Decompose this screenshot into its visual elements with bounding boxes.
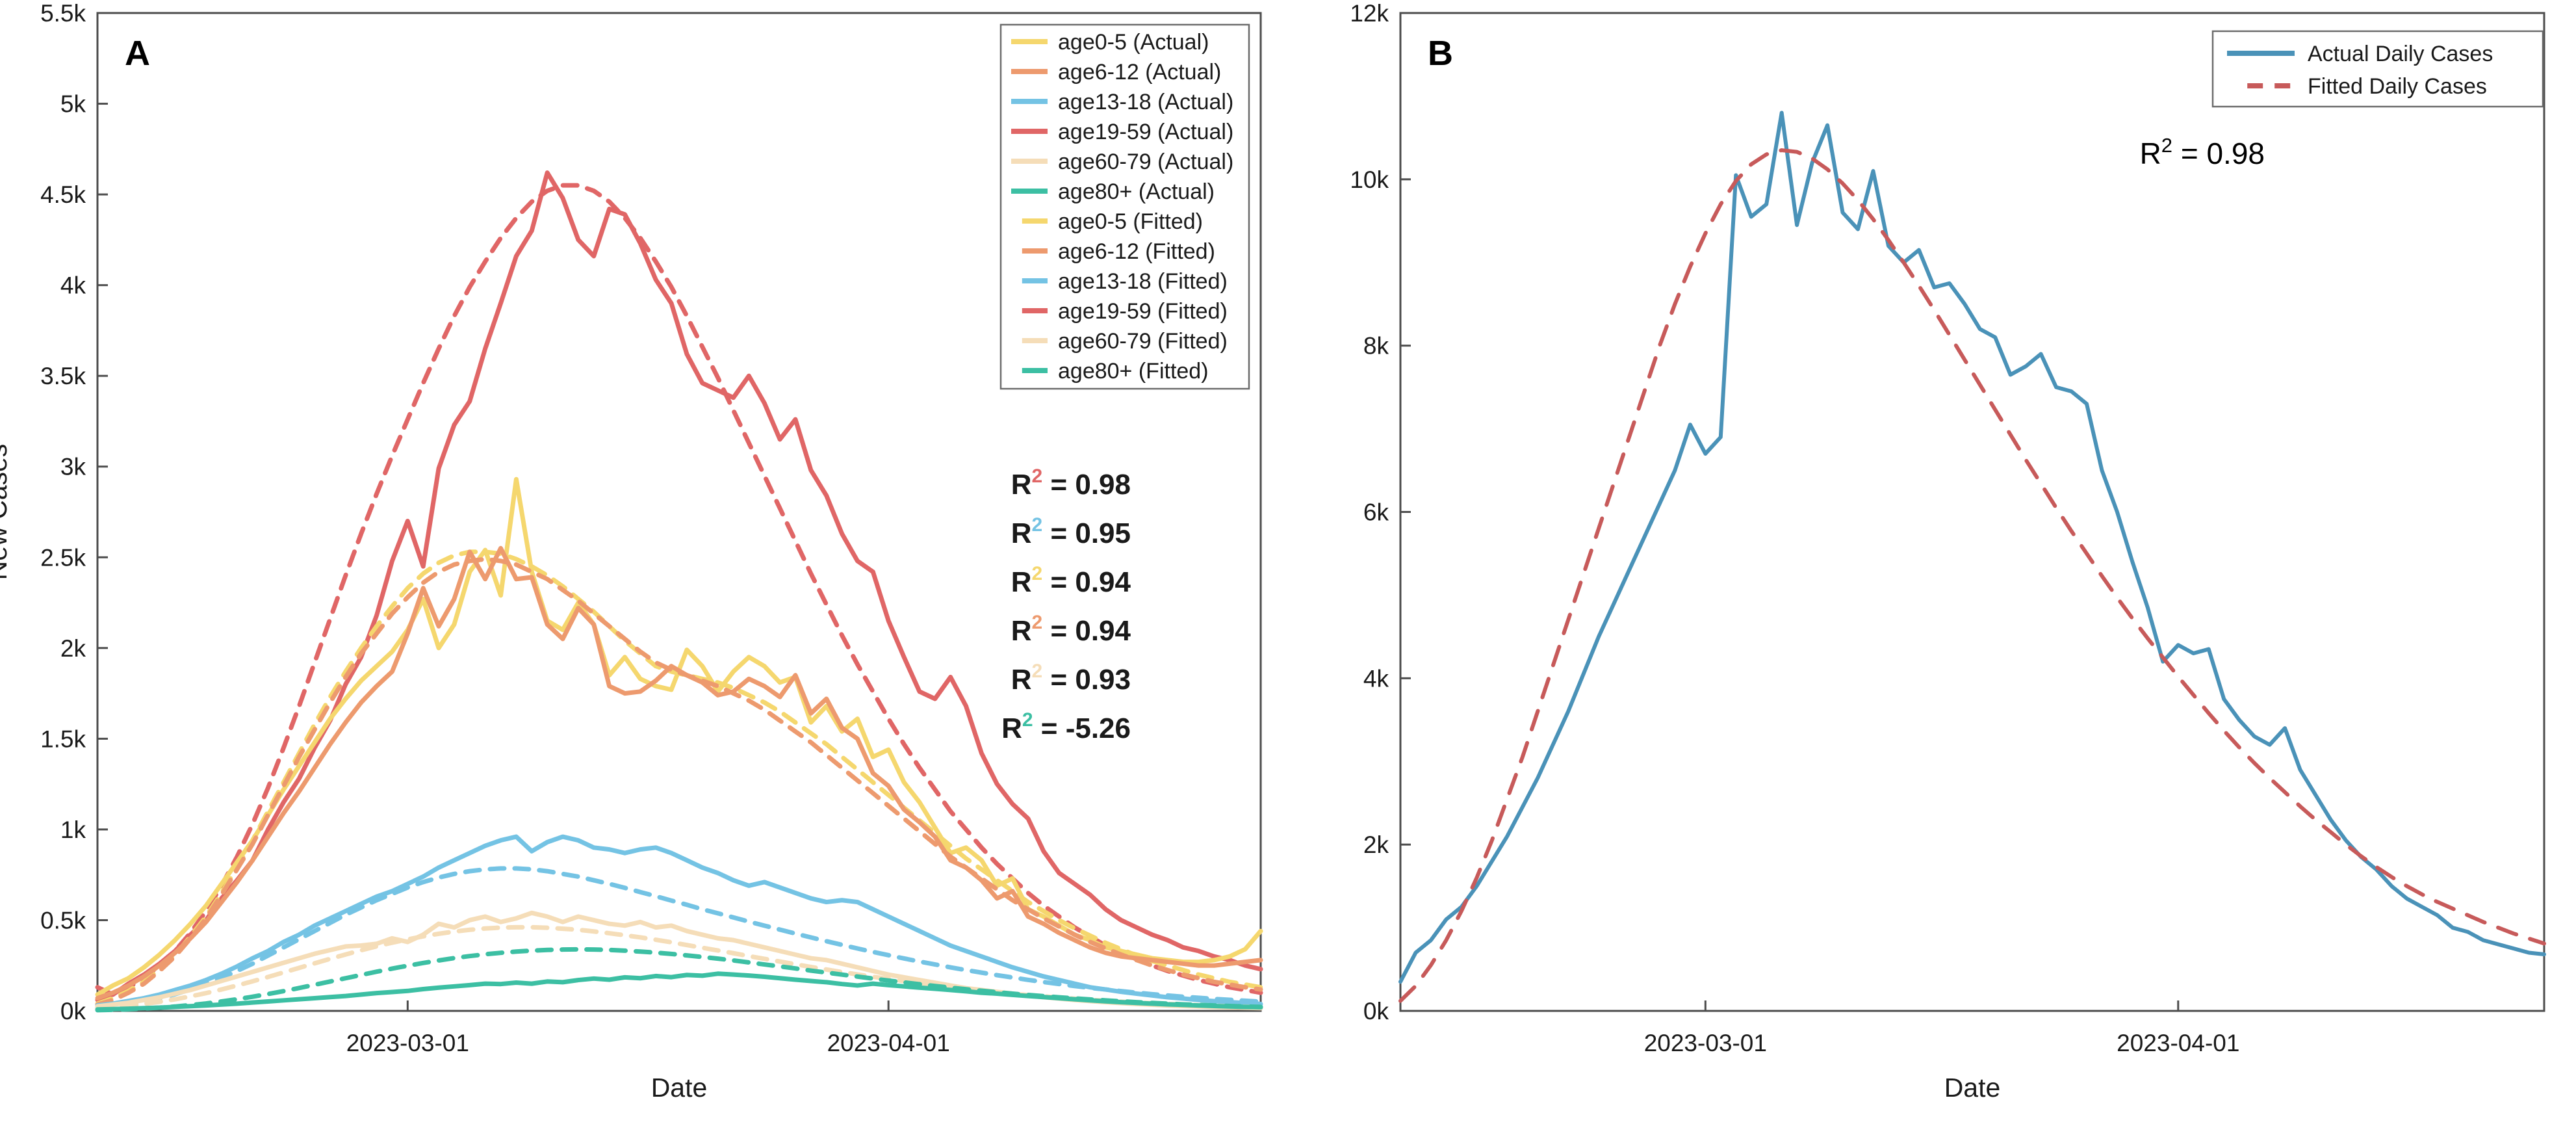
- x-tick-label: 2023-03-01: [1644, 1030, 1767, 1056]
- y-tick-label: 12k: [1350, 0, 1389, 27]
- y-tick-label: 2k: [1363, 831, 1389, 858]
- x-axis-title: Date: [651, 1073, 708, 1103]
- legend-label: age60-79 (Actual): [1058, 150, 1233, 174]
- legend-label: age0-5 (Actual): [1058, 30, 1209, 55]
- r2-annotation-age60-79: R2 = 0.93: [1011, 660, 1131, 696]
- r2-text: R2 = 0.93: [1011, 660, 1131, 696]
- x-tick-label: 2023-04-01: [2117, 1030, 2239, 1056]
- legend-label: age19-59 (Actual): [1058, 120, 1233, 144]
- legend-label: age13-18 (Actual): [1058, 90, 1233, 114]
- r2-text: R2 = 0.94: [1011, 612, 1131, 647]
- r2-annotation-age80+: R2 = -5.26: [1001, 709, 1131, 744]
- r2-text: R2 = 0.98: [2140, 134, 2265, 170]
- y-tick-label: 1k: [60, 817, 86, 843]
- y-tick-label: 3k: [60, 454, 86, 480]
- legend-label: age13-18 (Fitted): [1058, 269, 1228, 294]
- legend-label: age80+ (Actual): [1058, 179, 1215, 204]
- figure-container: 0k 0.5k 1k 1.5k 2k 2.5k 3k 3.5k 4k 4.5k 5k 5.5k 2023…: [0, 0, 2576, 1137]
- y-tick-label: 6k: [1363, 499, 1389, 526]
- r2-text: R2 = 0.94: [1011, 563, 1131, 598]
- panel-b: 0k 2k 4k 6k 8k 10k 12k 2023-03-01 2023-04-01 Date…: [1290, 0, 2576, 1137]
- legend-label: Actual Daily Cases: [2308, 42, 2493, 66]
- y-axis-title: New Cases: [0, 444, 12, 581]
- legend[interactable]: Actual Daily Cases Fitted Daily Cases: [2211, 30, 2544, 108]
- r2-text: R2 = 0.95: [1011, 514, 1131, 549]
- r2-annotation-age0-5: R2 = 0.94: [1011, 563, 1131, 598]
- panel-b-plot: 0k 2k 4k 6k 8k 10k 12k 2023-03-01 2023-04-01 Date…: [1350, 0, 2546, 1103]
- legend[interactable]: age0-5 (Actual) age6-12 (Actual) age13-18 …: [999, 23, 1250, 390]
- y-tick-label: 0.5k: [40, 907, 86, 934]
- panel-a-plot: 0k 0.5k 1k 1.5k 2k 2.5k 3k 3.5k 4k 4.5k 5k 5.5k 2023…: [0, 0, 1263, 1103]
- plot-frame: [1399, 12, 2545, 1012]
- r2-annotation-overall: R2 = 0.98: [2140, 134, 2265, 170]
- y-tick-label: 0k: [60, 998, 86, 1025]
- y-tick-label: 3.5k: [40, 363, 86, 389]
- y-tick-label: 8k: [1363, 333, 1389, 359]
- legend-label: age80+ (Fitted): [1058, 359, 1209, 384]
- legend-label: age19-59 (Fitted): [1058, 299, 1228, 324]
- y-tick-label: 1.5k: [40, 725, 86, 752]
- r2-annotation-age19-59: R2 = 0.98: [1011, 465, 1131, 501]
- y-tick-label: 4k: [1363, 665, 1389, 692]
- y-tick-label: 2k: [60, 635, 86, 662]
- x-tick-label: 2023-03-01: [346, 1030, 469, 1056]
- r2-text: R2 = 0.98: [1011, 465, 1131, 501]
- y-tick-label: 4k: [60, 272, 86, 299]
- legend-label: age60-79 (Fitted): [1058, 329, 1228, 354]
- x-tick-label: 2023-04-01: [827, 1030, 950, 1056]
- legend-label: age6-12 (Actual): [1058, 60, 1221, 85]
- r2-annotation-age13-18: R2 = 0.95: [1011, 514, 1131, 549]
- y-tick-label: 2.5k: [40, 544, 86, 571]
- panel-letter: A: [125, 34, 150, 73]
- legend-label: age6-12 (Fitted): [1058, 239, 1215, 264]
- y-tick-label: 5k: [60, 91, 86, 118]
- y-tick-label: 0k: [1363, 998, 1389, 1025]
- r2-text: R2 = -5.26: [1001, 709, 1131, 744]
- y-tick-label: 4.5k: [40, 181, 86, 208]
- x-axis-title: Date: [1944, 1073, 2001, 1103]
- legend-label: Fitted Daily Cases: [2308, 74, 2487, 99]
- y-tick-label: 5.5k: [40, 0, 86, 27]
- panel-a: 0k 0.5k 1k 1.5k 2k 2.5k 3k 3.5k 4k 4.5k 5k 5.5k 2023…: [0, 0, 1290, 1137]
- panel-letter: B: [1428, 34, 1453, 73]
- legend-label: age0-5 (Fitted): [1058, 209, 1203, 234]
- r2-annotation-age6-12: R2 = 0.94: [1011, 612, 1131, 647]
- y-tick-label: 10k: [1350, 166, 1389, 193]
